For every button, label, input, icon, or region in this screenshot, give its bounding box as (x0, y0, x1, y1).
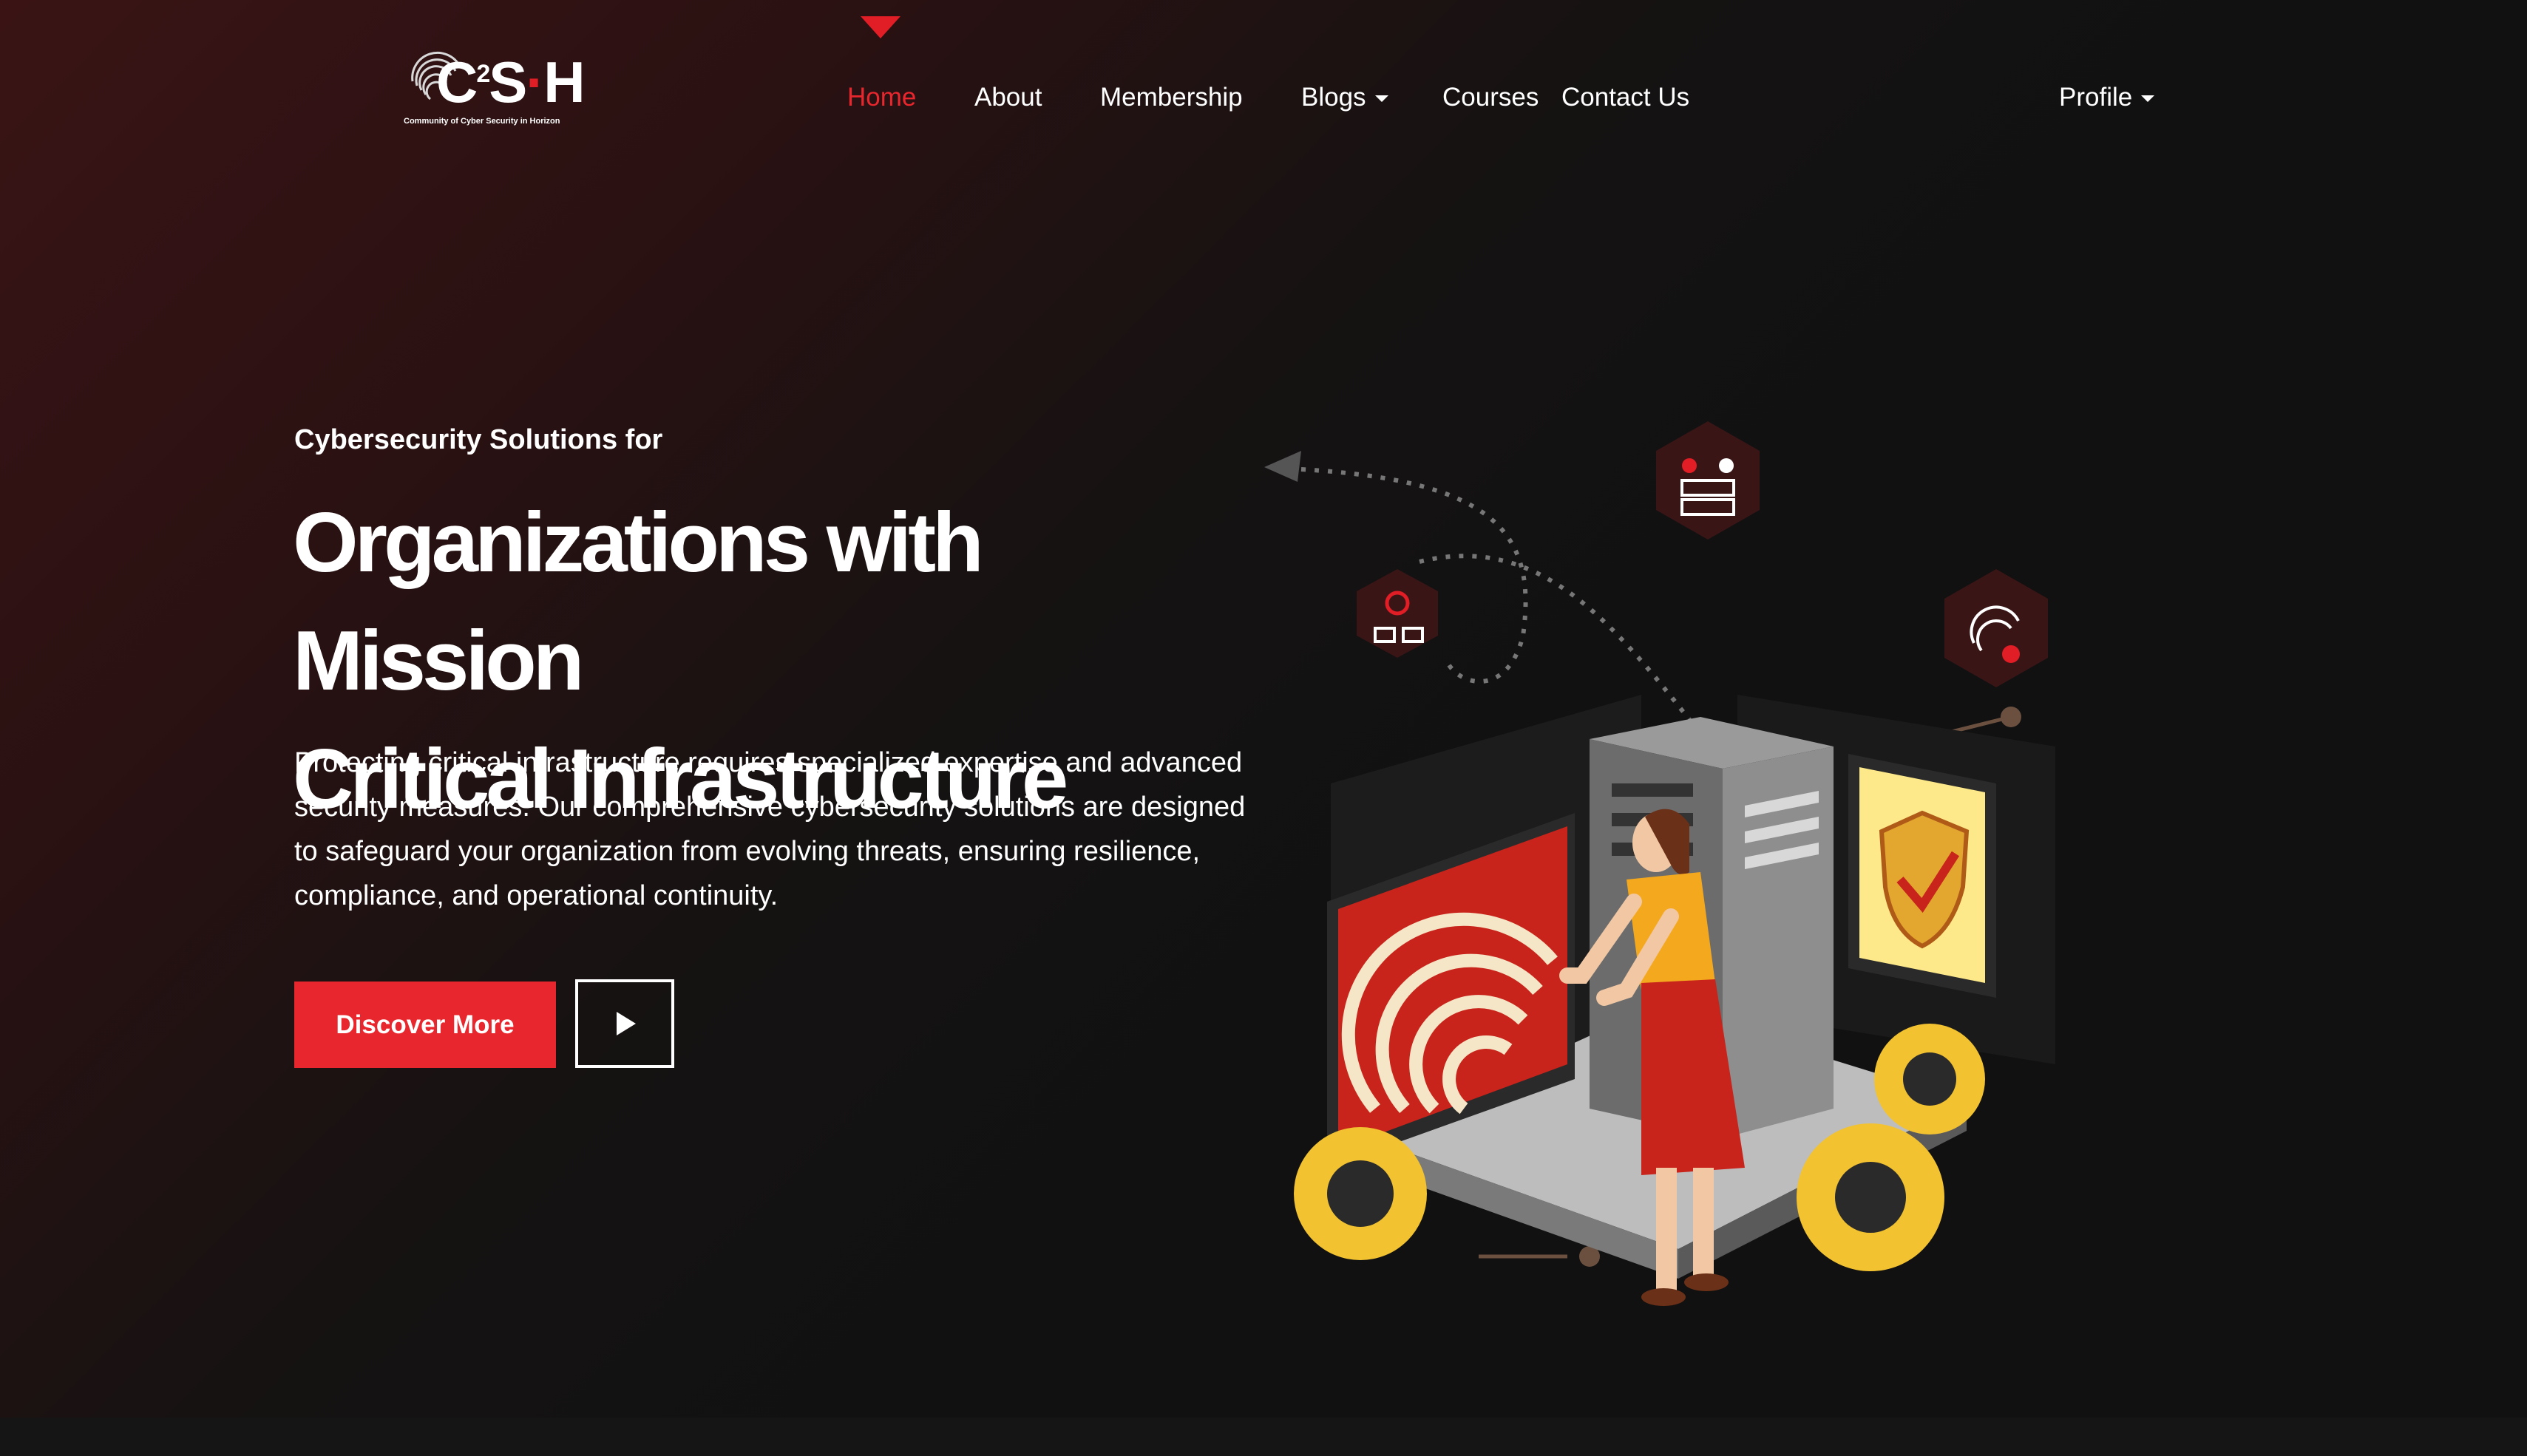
gear-icon-left (1294, 1127, 1427, 1260)
active-nav-marker (861, 16, 900, 38)
server-hex-icon (1656, 421, 1760, 540)
hero-eyebrow: Cybersecurity Solutions for (294, 424, 663, 455)
nav-about[interactable]: About (974, 83, 1042, 112)
fingerprint-hex-icon (1944, 569, 2048, 687)
page: C2S·H Community of Cyber Security in Hor… (0, 0, 2527, 1456)
shield-monitor (1848, 754, 1996, 998)
nav-profile-label: Profile (2059, 83, 2133, 112)
cybersecurity-illustration (1264, 421, 2055, 1306)
dashed-arrow-path (1300, 467, 1528, 684)
nav-blogs-label: Blogs (1301, 83, 1366, 112)
logo-tagline: Community of Cyber Security in Horizon (404, 117, 560, 126)
dashed-connector (1419, 554, 1695, 726)
navbar: C2S·H Community of Cyber Security in Hor… (0, 0, 2527, 155)
gear-icon-right (1797, 1123, 1944, 1271)
network-hex-icon (1357, 569, 1438, 658)
nav-courses[interactable]: Courses (1442, 83, 1539, 112)
site-logo[interactable]: C2S·H Community of Cyber Security in Hor… (399, 30, 586, 133)
nav-profile[interactable]: Profile (2059, 83, 2155, 112)
nav-membership[interactable]: Membership (1100, 83, 1243, 112)
chevron-down-icon (2141, 95, 2155, 103)
discover-more-button[interactable]: Discover More (294, 982, 556, 1068)
nav-blogs[interactable]: Blogs (1301, 83, 1388, 112)
hero-headline-line-1: Organizations with Mission (293, 496, 984, 708)
gear-icon-top-right (1874, 1024, 1985, 1134)
arrow-head-icon (1264, 451, 1301, 482)
nav-contact-us[interactable]: Contact Us (1561, 83, 1689, 112)
play-video-button[interactable] (575, 979, 674, 1068)
nav-home[interactable]: Home (847, 83, 916, 112)
play-icon (617, 1012, 636, 1035)
hero-description: Protecting critical infrastructure requi… (294, 747, 1246, 911)
bottom-section-edge (0, 1418, 2527, 1456)
logo-wordmark: C2S·H (436, 50, 586, 115)
chevron-down-icon (1374, 95, 1388, 103)
